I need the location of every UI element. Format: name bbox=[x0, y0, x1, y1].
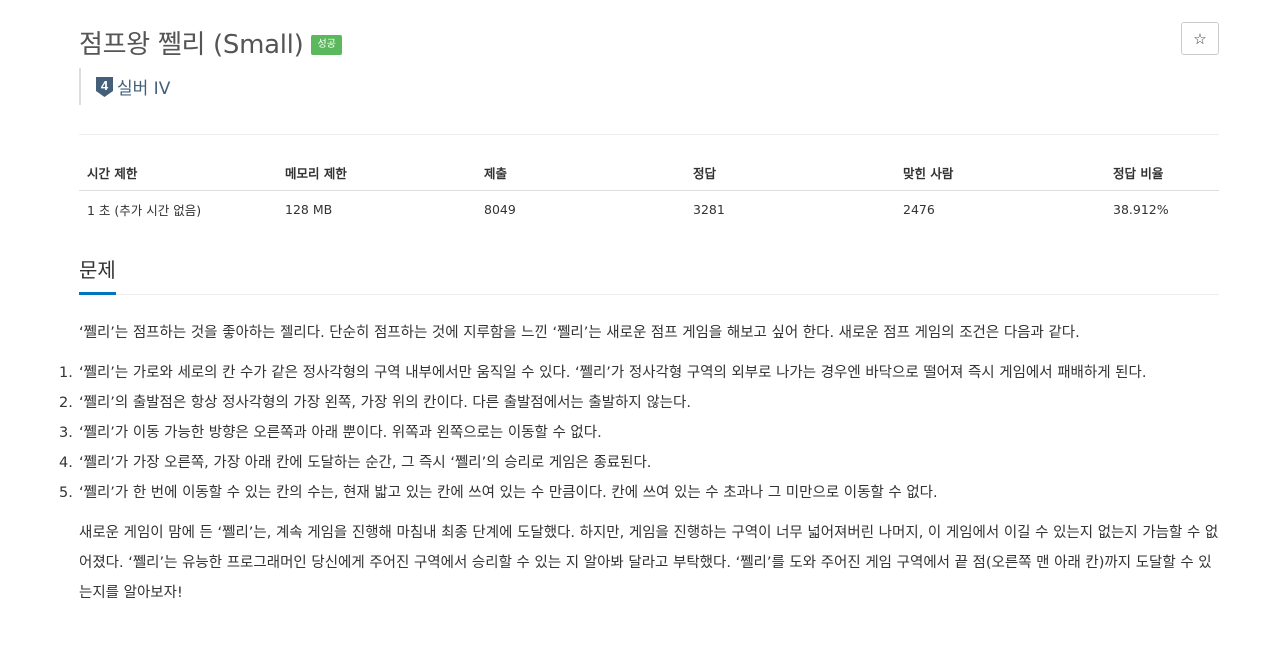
list-number: 5. bbox=[59, 485, 73, 501]
list-item-text: ‘쩰리’가 이동 가능한 방향은 오른쪽과 아래 뿐이다. 위쪽과 왼쪽으로는 … bbox=[79, 425, 602, 441]
silver-tier-icon[interactable]: 4 bbox=[95, 76, 114, 98]
list-item-text: ‘쩰리’가 가장 오른쪽, 가장 아래 칸에 도달하는 순간, 그 즉시 ‘쩰리… bbox=[79, 455, 652, 471]
list-number: 4. bbox=[59, 455, 73, 471]
problem-section-header: 문제 bbox=[79, 256, 1219, 295]
table-row: 1 초 (추가 시간 없음) 128 MB 8049 3281 2476 38.… bbox=[79, 191, 1219, 228]
tier-box: 4 실버 IV bbox=[79, 68, 170, 105]
header-solved-users: 맞힌 사람 bbox=[895, 155, 1105, 191]
description-outro: 새로운 게임이 맘에 든 ‘쩰리’는, 계속 게임을 진행해 마침내 최종 단계… bbox=[79, 525, 1219, 601]
divider bbox=[79, 134, 1219, 135]
list-item: 5. ‘쩰리’가 한 번에 이동할 수 있는 칸의 수는, 현재 밟고 있는 칸에… bbox=[59, 478, 1219, 508]
accept-ratio-value: 38.912% bbox=[1113, 201, 1169, 217]
list-item-text: ‘쩰리’가 한 번에 이동할 수 있는 칸의 수는, 현재 밟고 있는 칸에 쓰… bbox=[79, 485, 938, 501]
list-item: 2. ‘쩰리’의 출발점은 항상 정사각형의 가장 왼쪽, 가장 위의 칸이다. … bbox=[59, 388, 1219, 418]
problem-header: 점프왕 쩰리 (Small) 성공 bbox=[79, 22, 342, 62]
list-item: 3. ‘쩰리’가 이동 가능한 방향은 오른쪽과 아래 뿐이다. 위쪽과 왼쪽으로… bbox=[59, 418, 1219, 448]
problem-description: ‘쩰리’는 점프하는 것을 좋아하는 젤리다. 단순히 점프하는 것에 지루함을… bbox=[59, 318, 1219, 608]
rules-list: 1. ‘쩰리’는 가로와 세로의 칸 수가 같은 정사각형의 구역 내부에서만 움… bbox=[59, 358, 1219, 508]
submissions-value[interactable]: 8049 bbox=[476, 191, 685, 228]
header-memory-limit: 메모리 제한 bbox=[277, 155, 476, 191]
description-intro: ‘쩰리’는 점프하는 것을 좋아하는 젤리다. 단순히 점프하는 것에 지루함을… bbox=[79, 325, 1080, 341]
tier-number: 4 bbox=[101, 78, 109, 93]
list-item-text: ‘쩰리’의 출발점은 항상 정사각형의 가장 왼쪽, 가장 위의 칸이다. 다른… bbox=[79, 395, 691, 411]
problem-info-table: 시간 제한 메모리 제한 제출 정답 맞힌 사람 정답 비율 1 초 (추가 시… bbox=[79, 155, 1219, 227]
header-submissions: 제출 bbox=[476, 155, 685, 191]
list-item-text: ‘쩰리’는 가로와 세로의 칸 수가 같은 정사각형의 구역 내부에서만 움직일… bbox=[79, 365, 1147, 381]
list-item: 4. ‘쩰리’가 가장 오른쪽, 가장 아래 칸에 도달하는 순간, 그 즉시 ‘… bbox=[59, 448, 1219, 478]
accepted-value[interactable]: 3281 bbox=[685, 191, 895, 228]
list-number: 1. bbox=[59, 365, 73, 381]
section-title: 문제 bbox=[79, 256, 116, 295]
star-outline-icon: ☆ bbox=[1193, 29, 1207, 48]
solved-users-value[interactable]: 2476 bbox=[895, 191, 1105, 228]
memory-limit-value: 128 MB bbox=[285, 201, 333, 217]
star-button[interactable]: ☆ bbox=[1181, 22, 1219, 55]
header-accept-ratio: 정답 비율 bbox=[1105, 155, 1219, 191]
list-number: 3. bbox=[59, 425, 73, 441]
list-item: 1. ‘쩰리’는 가로와 세로의 칸 수가 같은 정사각형의 구역 내부에서만 움… bbox=[59, 358, 1219, 388]
header-accepted: 정답 bbox=[685, 155, 895, 191]
problem-title: 점프왕 쩰리 (Small) bbox=[79, 29, 304, 60]
time-limit-value: 1 초 (추가 시간 없음) bbox=[87, 202, 202, 218]
header-time-limit: 시간 제한 bbox=[79, 155, 277, 191]
list-number: 2. bbox=[59, 395, 73, 411]
tier-label[interactable]: 실버 IV bbox=[117, 74, 170, 99]
status-badge: 성공 bbox=[311, 34, 342, 55]
table-header-row: 시간 제한 메모리 제한 제출 정답 맞힌 사람 정답 비율 bbox=[79, 155, 1219, 191]
